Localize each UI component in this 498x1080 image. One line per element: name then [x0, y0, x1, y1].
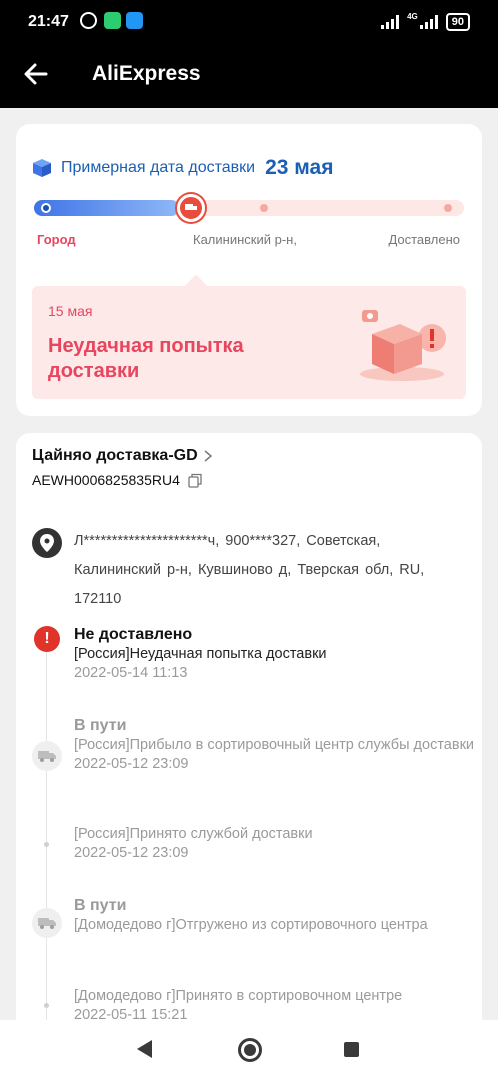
error-icon: !: [34, 626, 60, 652]
alert-date: 15 мая: [48, 303, 93, 319]
status-time: 21:47: [28, 13, 69, 30]
nav-recents-icon[interactable]: [344, 1042, 359, 1057]
app-title: AliExpress: [92, 62, 201, 85]
truck-icon: [32, 741, 62, 771]
failed-delivery-box-icon: [360, 310, 446, 381]
event-time: 2022-05-12 23:09: [74, 756, 189, 772]
timeline-event: В пути [Домодедово г]Отгружено из сортир…: [74, 896, 474, 935]
carrier-name: Цайняо доставка-GD: [32, 447, 198, 464]
stage-label-district: Калининский р-н,: [193, 232, 297, 247]
delivery-estimate: Примерная дата доставки 23 мая: [32, 156, 333, 180]
upload-notification-icon: [126, 12, 143, 29]
timeline-dot: [44, 842, 49, 847]
truck-icon: [32, 908, 62, 938]
package-icon: [33, 159, 51, 177]
copy-icon[interactable]: [188, 473, 202, 488]
progress-start-dot: [41, 203, 51, 213]
stage-label-city: Город: [37, 232, 76, 247]
event-title: В пути: [74, 717, 127, 734]
signal-icon: [381, 14, 400, 29]
event-description: [Россия]Прибыло в сортировочный центр сл…: [74, 737, 475, 753]
alarm-icon: [80, 12, 97, 29]
network-type: 4G: [407, 12, 418, 21]
delivery-status-card: Примерная дата доставки 23 мая Город Кал…: [16, 124, 482, 416]
alert-pointer: [184, 274, 208, 298]
event-description: [Россия]Принято службой доставки: [74, 826, 313, 842]
signal-icon-2: [419, 14, 438, 29]
event-description: [Россия]Неудачная попытка доставки: [74, 646, 327, 662]
event-time: 2022-05-14 11:13: [74, 665, 188, 681]
progress-fill: [34, 200, 179, 216]
system-nav-bar: [0, 1020, 498, 1080]
estimate-date: 23 мая: [265, 156, 334, 179]
timeline-event: Не доставлено [Россия]Неудачная попытка …: [74, 625, 474, 683]
back-arrow-icon[interactable]: [22, 60, 50, 88]
event-title: В пути: [74, 897, 127, 914]
progress-track: [34, 194, 464, 222]
stage-label-delivered: Доставлено: [388, 232, 460, 247]
alert-title: Неудачная попытка доставки: [48, 335, 244, 382]
status-bar: 21:47 4G 90: [0, 0, 498, 42]
nav-back-icon[interactable]: [137, 1040, 152, 1058]
shipment-card: Цайняо доставка-GD AEWH0006825835RU4 Л**…: [16, 433, 482, 1033]
timeline-event: [Россия]Принято службой доставки 2022-05…: [74, 825, 474, 863]
timeline-line: [46, 639, 47, 1033]
location-pin-icon: [32, 528, 62, 558]
estimate-label: Примерная дата доставки: [61, 159, 256, 176]
carrier-link[interactable]: Цайняо доставка-GD: [32, 447, 212, 465]
event-description: [Домодедово г]Принято в сортировочном це…: [74, 988, 403, 1004]
tracking-number: AEWH0006825835RU4: [32, 472, 180, 488]
battery-icon: 90: [445, 12, 470, 31]
timeline-dot: [44, 1003, 49, 1008]
progress-end-dot: [444, 204, 452, 212]
nav-home-icon[interactable]: [238, 1038, 262, 1062]
status-indicators: 4G 90: [381, 12, 470, 31]
event-description: [Домодедово г]Отгружено из сортировочног…: [74, 917, 428, 933]
timeline-event: В пути [Россия]Прибыло в сортировочный ц…: [74, 716, 474, 774]
event-time: 2022-05-12 23:09: [74, 845, 189, 861]
app-notification-icon: [104, 12, 121, 29]
tracking-row: AEWH0006825835RU4: [32, 472, 202, 488]
chevron-right-icon: [204, 450, 212, 462]
truck-marker-icon: [177, 194, 205, 222]
delivery-alert: 15 мая Неудачная попытка доставки: [32, 274, 466, 399]
app-bar: AliExpress: [0, 42, 498, 108]
delivery-address: Л**********************ч, 900****327, Со…: [74, 533, 425, 607]
progress-mid-dot: [260, 204, 268, 212]
event-title: Не доставлено: [74, 626, 193, 643]
